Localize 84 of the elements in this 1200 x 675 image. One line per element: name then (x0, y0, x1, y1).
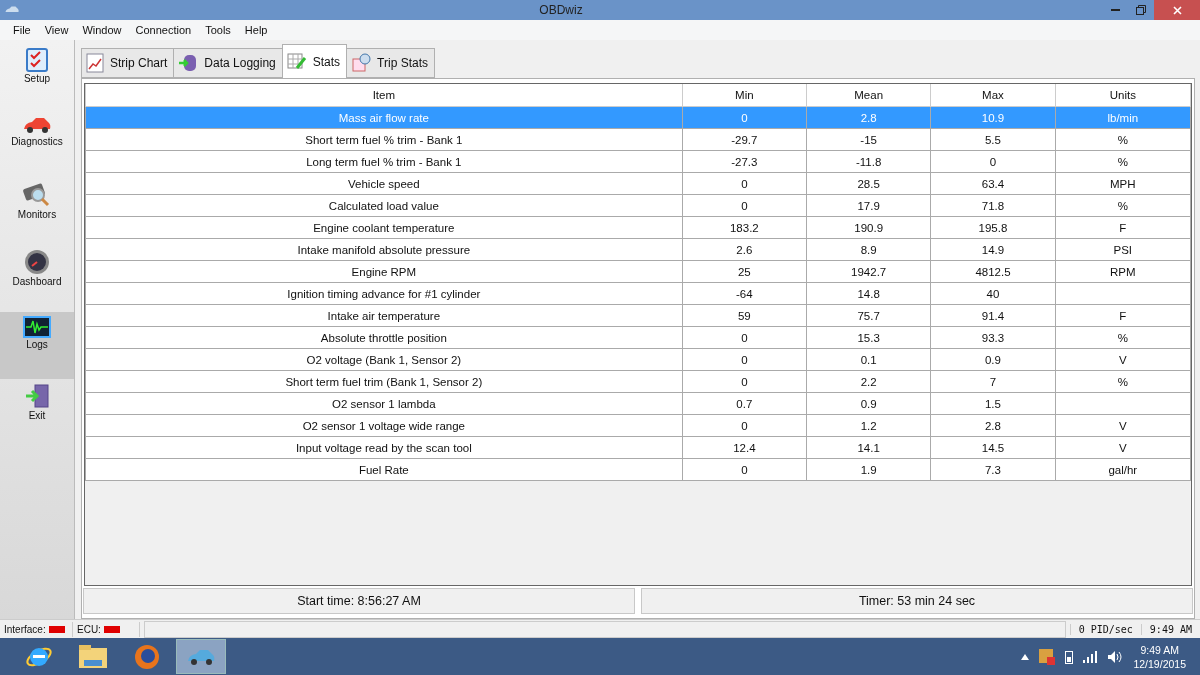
table-cell: Calculated load value (85, 194, 683, 217)
table-cell: Mass air flow rate (85, 106, 683, 129)
status-time: 9:49 AM (1140, 623, 1200, 635)
table-cell: Short term fuel trim (Bank 1, Sensor 2) (85, 370, 683, 393)
table-cell: Input voltage read by the scan tool (85, 436, 683, 459)
volume-icon[interactable] (1107, 649, 1124, 664)
globe-fox-icon (133, 642, 161, 671)
sidebar-item[interactable]: Logs (0, 312, 74, 379)
window-title: OBDwiz (538, 3, 584, 17)
pid-rate: 0 PID/sec (1069, 623, 1141, 635)
folder-icon (78, 643, 108, 670)
menu-item[interactable]: View (37, 24, 76, 36)
table-cell: Fuel Rate (85, 458, 683, 481)
table-cell: O2 voltage (Bank 1, Sensor 2) (85, 348, 683, 371)
gauge-icon (24, 249, 50, 275)
table-cell: F (1055, 216, 1191, 239)
close-button[interactable] (1154, 0, 1200, 20)
restore-icon (1136, 5, 1146, 15)
column-header[interactable]: Item (85, 84, 683, 107)
table-cell: % (1055, 150, 1191, 173)
taskbar-app[interactable] (176, 639, 226, 674)
tab[interactable]: Trip Stats (346, 48, 435, 78)
car-icon (22, 115, 52, 135)
table-cell: % (1055, 128, 1191, 151)
table-cell: Short term fuel % trim - Bank 1 (85, 128, 683, 151)
table-cell: Intake manifold absolute pressure (85, 238, 683, 261)
table-cell: PSI (1055, 238, 1191, 261)
waveform-icon (23, 316, 51, 338)
table-cell: RPM (1055, 260, 1191, 283)
checklist-icon (26, 48, 48, 72)
menu-item[interactable]: Help (237, 24, 275, 36)
timer: Timer: 53 min 24 sec (641, 588, 1193, 614)
tab[interactable]: Data Logging (173, 48, 283, 78)
table-pencil-icon (286, 51, 307, 72)
column-header[interactable]: Units (1055, 84, 1191, 107)
table-cell: V (1055, 414, 1191, 437)
table-cell: V (1055, 348, 1191, 371)
table-cell: MPH (1055, 172, 1191, 195)
sidebar-item[interactable]: Exit (0, 379, 74, 446)
table-cell: lb/min (1055, 106, 1191, 129)
table-cell: % (1055, 326, 1191, 349)
table-cell: % (1055, 194, 1191, 217)
table-cell: V (1055, 436, 1191, 459)
table-cell: Engine RPM (85, 260, 683, 283)
tab[interactable]: Stats (281, 44, 348, 78)
indicator-label: ECU: (77, 623, 101, 635)
exit-door-icon (24, 383, 50, 409)
caret-up-icon[interactable] (1021, 653, 1030, 660)
sidebar-item[interactable]: Dashboard (0, 245, 74, 312)
column-header[interactable]: Max (930, 84, 1056, 107)
battery-icon[interactable] (1065, 649, 1074, 664)
minimize-icon (1110, 9, 1120, 11)
menu-item[interactable]: Connection (128, 24, 199, 36)
app-car-icon (4, 5, 20, 15)
table-cell: gal/hr (1055, 458, 1191, 481)
clock[interactable]: 9:49 AM 12/19/2015 (1133, 642, 1186, 671)
tab[interactable]: Strip Chart (81, 48, 175, 78)
close-icon (1172, 5, 1182, 15)
column-header[interactable]: Mean (806, 84, 931, 107)
database-icon (178, 53, 199, 73)
table-cell: Vehicle speed (85, 172, 683, 195)
signal-icon[interactable] (1083, 650, 1098, 663)
sidebar-item[interactable]: Setup (0, 44, 74, 111)
start-time: Start time: 8:56:27 AM (83, 588, 635, 614)
table-cell: Long term fuel % trim - Bank 1 (85, 150, 683, 173)
table-cell: Engine coolant temperature (85, 216, 683, 239)
table-cell: Ignition timing advance for #1 cylinder (85, 282, 683, 305)
table-cell: % (1055, 370, 1191, 393)
magnifier-icon (22, 182, 52, 208)
table-cell: O2 sensor 1 lambda (85, 392, 683, 415)
menu-item[interactable]: Tools (198, 24, 238, 36)
app-error-icon[interactable] (1039, 648, 1056, 665)
indicator-label: Interface: (4, 623, 46, 635)
calendar-clock-icon (351, 53, 372, 73)
table-cell: Intake air temperature (85, 304, 683, 327)
table-cell: Absolute throttle position (85, 326, 683, 349)
menu-item[interactable]: File (6, 24, 38, 36)
menu-item[interactable]: Window (75, 24, 129, 36)
table-cell: O2 sensor 1 voltage wide range (85, 414, 683, 437)
sidebar-item[interactable]: Monitors (0, 178, 74, 245)
table-cell: F (1055, 304, 1191, 327)
sidebar-item[interactable]: Diagnostics (0, 111, 74, 178)
column-header[interactable]: Min (682, 84, 807, 107)
chart-icon (86, 53, 104, 73)
